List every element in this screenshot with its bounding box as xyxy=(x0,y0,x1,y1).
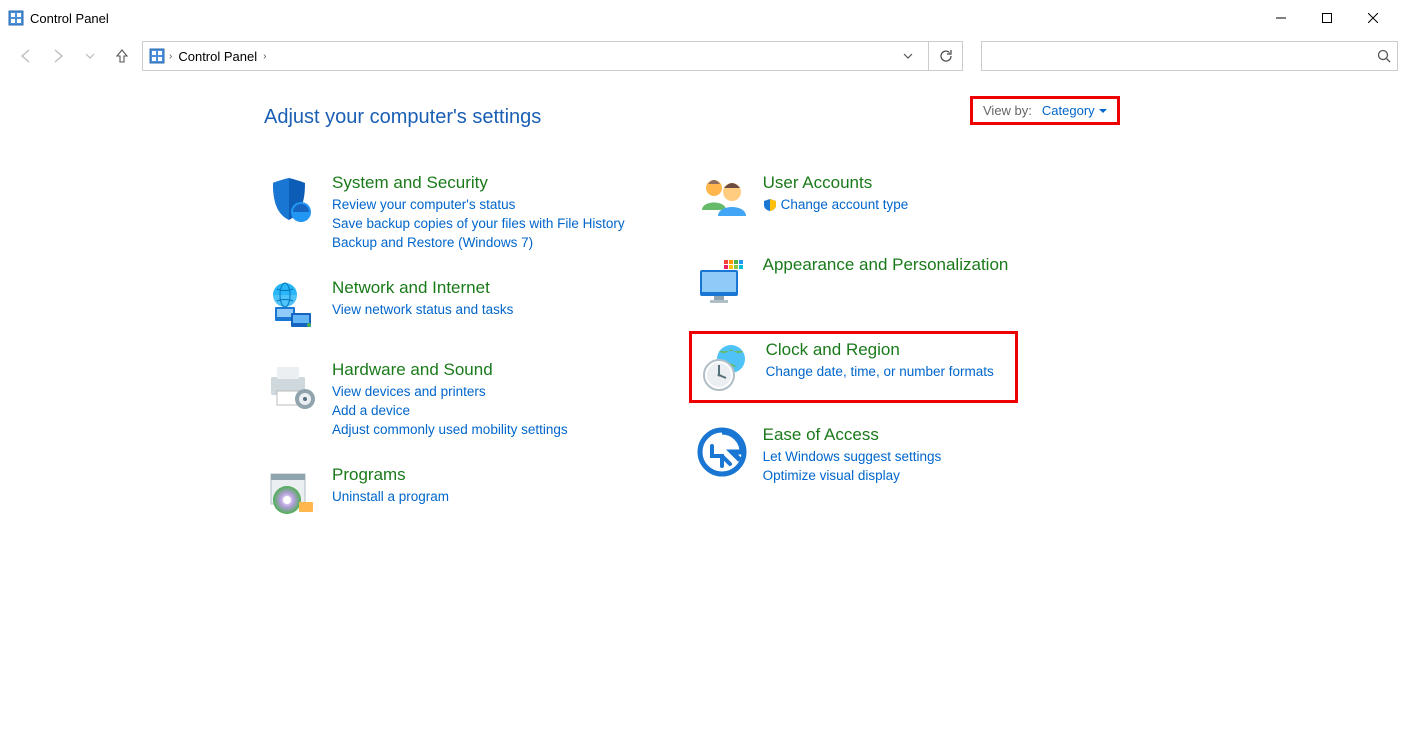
refresh-button[interactable] xyxy=(928,42,962,70)
up-button[interactable] xyxy=(108,42,136,70)
view-by-selector[interactable]: View by: Category xyxy=(970,96,1120,125)
close-button[interactable] xyxy=(1350,2,1396,34)
category-user-accounts: User Accounts Change account type xyxy=(695,173,1009,227)
back-button[interactable] xyxy=(12,42,40,70)
category-network-internet: Network and Internet View network status… xyxy=(264,278,625,332)
forward-button[interactable] xyxy=(44,42,72,70)
printer-icon xyxy=(264,360,318,414)
search-bar[interactable] xyxy=(981,41,1398,71)
view-by-value[interactable]: Category xyxy=(1042,103,1107,118)
category-title[interactable]: System and Security xyxy=(332,173,625,193)
category-link[interactable]: Review your computer's status xyxy=(332,197,625,212)
minimize-button[interactable] xyxy=(1258,2,1304,34)
category-link[interactable]: Adjust commonly used mobility settings xyxy=(332,422,568,437)
programs-icon xyxy=(264,465,318,519)
ease-of-access-icon xyxy=(695,425,749,479)
highlighted-category: Clock and Region Change date, time, or n… xyxy=(689,331,1019,403)
address-bar[interactable]: › Control Panel › xyxy=(142,41,963,71)
address-icon xyxy=(149,48,165,64)
maximize-button[interactable] xyxy=(1304,2,1350,34)
content-area: Adjust your computer's settings View by:… xyxy=(0,76,1404,519)
shield-icon xyxy=(264,173,318,227)
category-system-security: System and Security Review your computer… xyxy=(264,173,625,250)
left-column: System and Security Review your computer… xyxy=(264,173,625,519)
category-link[interactable]: Uninstall a program xyxy=(332,489,449,504)
category-programs: Programs Uninstall a program xyxy=(264,465,625,519)
category-link[interactable]: Backup and Restore (Windows 7) xyxy=(332,235,625,250)
category-title[interactable]: Clock and Region xyxy=(766,340,994,360)
address-segment[interactable]: Control Panel xyxy=(176,47,259,66)
category-title[interactable]: Ease of Access xyxy=(763,425,942,445)
window-title: Control Panel xyxy=(30,11,109,26)
app-icon xyxy=(8,10,24,26)
category-title[interactable]: Hardware and Sound xyxy=(332,360,568,380)
category-link[interactable]: Optimize visual display xyxy=(763,468,942,483)
page-heading: Adjust your computer's settings xyxy=(264,106,1404,129)
titlebar: Control Panel xyxy=(0,0,1404,36)
globe-network-icon xyxy=(264,278,318,332)
category-link[interactable]: Change account type xyxy=(763,197,909,212)
category-title[interactable]: Programs xyxy=(332,465,449,485)
category-title[interactable]: User Accounts xyxy=(763,173,909,193)
category-link[interactable]: View devices and printers xyxy=(332,384,568,399)
chevron-right-icon: › xyxy=(263,51,266,62)
users-icon xyxy=(695,173,749,227)
category-link[interactable]: Add a device xyxy=(332,403,568,418)
category-hardware-sound: Hardware and Sound View devices and prin… xyxy=(264,360,625,437)
category-appearance-personalization: Appearance and Personalization xyxy=(695,255,1009,309)
category-title[interactable]: Appearance and Personalization xyxy=(763,255,1009,275)
view-by-label: View by: xyxy=(983,103,1032,118)
category-link[interactable]: Let Windows suggest settings xyxy=(763,449,942,464)
search-input[interactable] xyxy=(988,49,1377,64)
search-icon[interactable] xyxy=(1377,49,1391,63)
category-clock-region: Clock and Region Change date, time, or n… xyxy=(698,340,1006,394)
address-dropdown[interactable] xyxy=(894,42,922,70)
navbar: › Control Panel › xyxy=(0,36,1404,76)
category-ease-of-access: Ease of Access Let Windows suggest setti… xyxy=(695,425,1009,483)
clock-globe-icon xyxy=(698,340,752,394)
right-column: User Accounts Change account type Appear… xyxy=(695,173,1009,519)
personalization-icon xyxy=(695,255,749,309)
category-title[interactable]: Network and Internet xyxy=(332,278,513,298)
shield-badge-icon xyxy=(763,198,777,212)
recent-dropdown[interactable] xyxy=(76,42,104,70)
category-link[interactable]: Save backup copies of your files with Fi… xyxy=(332,216,625,231)
category-link[interactable]: View network status and tasks xyxy=(332,302,513,317)
category-link[interactable]: Change date, time, or number formats xyxy=(766,364,994,379)
chevron-right-icon: › xyxy=(169,51,172,62)
